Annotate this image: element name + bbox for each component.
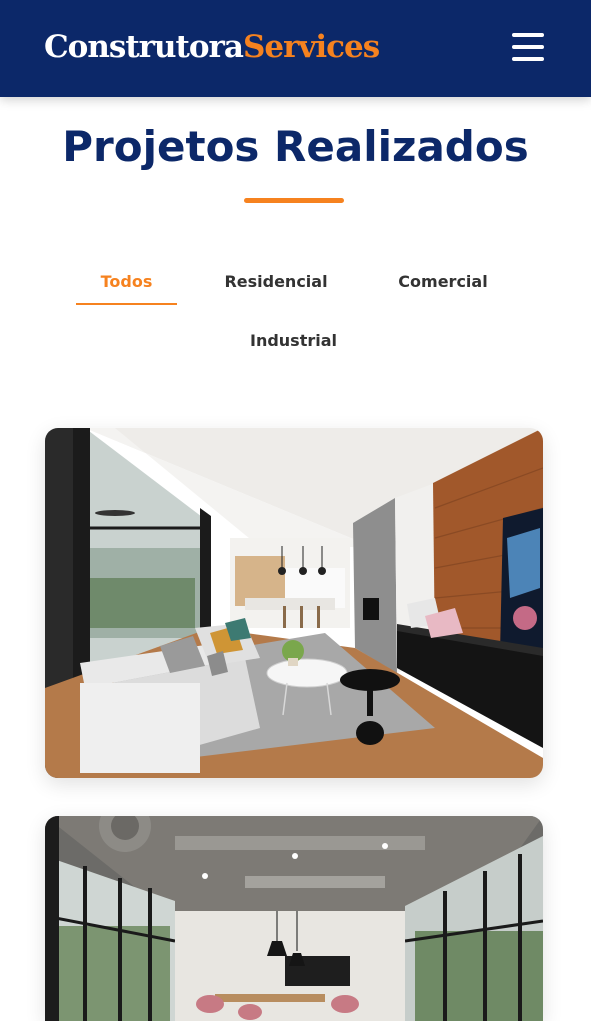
active-filter-underline xyxy=(76,303,177,305)
project-card[interactable] xyxy=(45,428,543,778)
site-header: ConstrutoraServices xyxy=(0,0,591,97)
hamburger-bar-bottom xyxy=(512,57,544,61)
project-card[interactable] xyxy=(45,816,543,1021)
section-title: Projetos Realizados xyxy=(62,122,529,171)
brand-name-primary: Construtora xyxy=(44,29,244,65)
hamburger-menu-icon[interactable] xyxy=(510,31,546,63)
brand-name-accent: Services xyxy=(242,29,380,65)
title-underline-divider xyxy=(244,198,344,203)
industrial-office-dining-photo xyxy=(45,816,543,1021)
filter-tab-comercial[interactable]: Comercial xyxy=(389,267,497,297)
hamburger-bar-top xyxy=(512,33,544,37)
brand-logo[interactable]: ConstrutoraServices xyxy=(44,25,380,69)
filter-tab-residencial[interactable]: Residencial xyxy=(216,267,336,297)
filter-tab-industrial[interactable]: Industrial xyxy=(243,326,344,356)
hamburger-bar-middle xyxy=(512,45,544,49)
modern-living-room-photo xyxy=(45,428,543,778)
filter-tab-todos[interactable]: Todos xyxy=(76,267,177,297)
